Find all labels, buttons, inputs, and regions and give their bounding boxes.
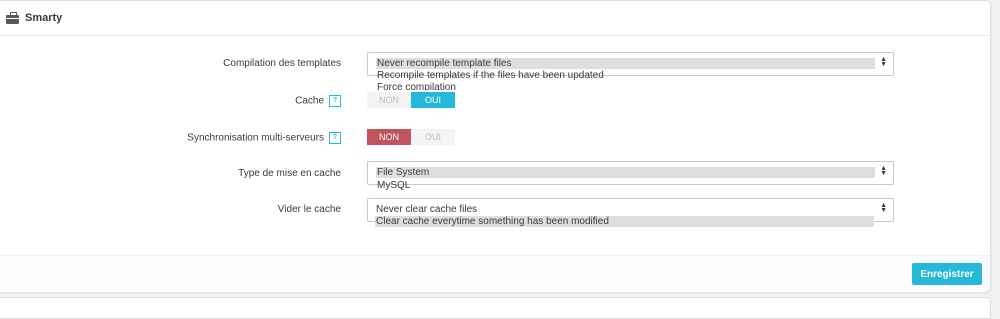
cache-switch-off[interactable]: NON xyxy=(367,92,411,108)
cache-type-option-filesystem[interactable]: File System xyxy=(376,167,875,178)
select-arrows-icon: ▲ ▼ xyxy=(880,56,887,68)
clear-cache-option-everytime[interactable]: Clear cache everytime something has been… xyxy=(375,216,874,227)
compilation-label: Compilation des templates xyxy=(223,58,341,69)
panel-footer: Enregistrer xyxy=(0,255,990,292)
save-button[interactable]: Enregistrer xyxy=(912,263,982,285)
panel-title: Smarty xyxy=(25,12,63,24)
select-arrows-icon: ▲ ▼ xyxy=(880,202,887,214)
help-icon[interactable]: ? xyxy=(329,95,341,107)
select-arrows-icon: ▲ ▼ xyxy=(880,165,887,177)
smarty-panel: Smarty Compilation des templates Never r… xyxy=(0,0,991,292)
cache-switch-on[interactable]: OUI xyxy=(411,92,455,108)
briefcase-icon xyxy=(6,12,20,24)
multi-server-switch[interactable]: NON OUI xyxy=(367,129,455,145)
panel-heading: Smarty xyxy=(0,1,990,36)
clear-cache-label: Vider le cache xyxy=(277,204,341,215)
cache-type-label: Type de mise en cache xyxy=(238,168,341,179)
multi-server-switch-on[interactable]: OUI xyxy=(411,129,455,145)
compilation-option-never[interactable]: Never recompile template files xyxy=(376,58,875,69)
multi-server-label: Synchronisation multi-serveurs? xyxy=(141,132,341,144)
cache-switch[interactable]: NON OUI xyxy=(367,92,455,108)
next-panel xyxy=(0,297,991,319)
cache-label: Cache? xyxy=(141,95,341,107)
cache-type-select[interactable]: File System ▲ ▼ xyxy=(367,161,894,185)
compilation-option-recompile[interactable]: Recompile templates if the files have be… xyxy=(377,70,604,81)
help-icon[interactable]: ? xyxy=(329,132,341,144)
cache-type-option-mysql[interactable]: MySQL xyxy=(377,180,410,191)
clear-cache-option-never[interactable]: Never clear cache files xyxy=(376,204,477,215)
compilation-option-force[interactable]: Force compilation xyxy=(377,82,456,90)
multi-server-switch-off[interactable]: NON xyxy=(367,129,411,145)
